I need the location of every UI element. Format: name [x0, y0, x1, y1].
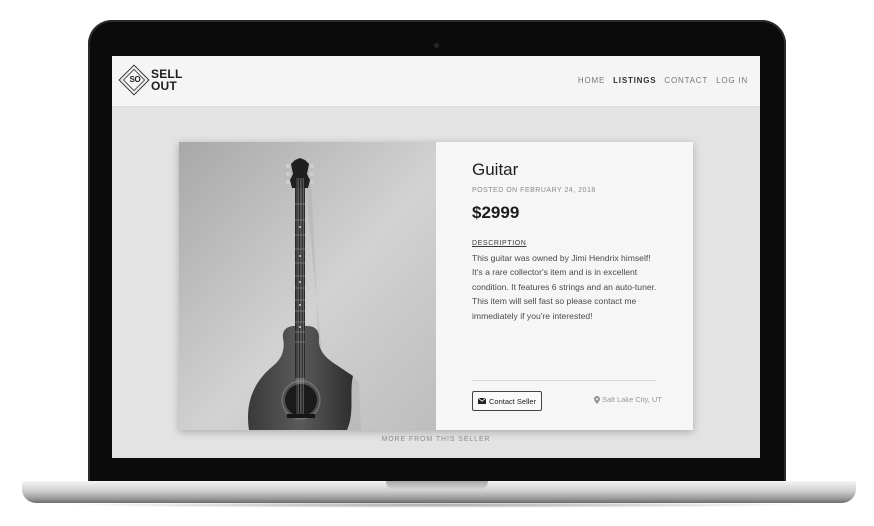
- listing-photo: [179, 142, 436, 430]
- browser-screen: SO SELL OUT HOME LISTINGS CONTACT LOG IN: [112, 56, 760, 458]
- nav-contact[interactable]: CONTACT: [664, 76, 708, 85]
- listing-card: Guitar POSTED ON FEBRUARY 24, 2018 $2999…: [179, 142, 693, 430]
- description-line: immediately if you're interested!: [472, 310, 593, 321]
- posted-date: POSTED ON FEBRUARY 24, 2018: [472, 187, 596, 194]
- contact-seller-label: Contact Seller: [489, 396, 537, 406]
- description-line: It's a rare collector's item and is in e…: [472, 267, 638, 278]
- envelope-icon: [478, 398, 486, 404]
- description-line: condition. It features 6 strings and an …: [472, 281, 657, 292]
- guitar-image: [179, 142, 436, 430]
- more-from-seller-link[interactable]: MORE FROM THIS SELLER: [112, 436, 760, 443]
- laptop-shadow: [60, 502, 814, 508]
- listing-details: Guitar POSTED ON FEBRUARY 24, 2018 $2999…: [472, 142, 664, 430]
- description-text: This guitar was owned by Jimi Hendrix hi…: [472, 251, 664, 323]
- logo-text: SELL OUT: [151, 68, 182, 92]
- description-line: This guitar was owned by Jimi Hendrix hi…: [472, 253, 651, 263]
- listing-title: Guitar: [472, 160, 519, 179]
- details-divider: [472, 380, 656, 381]
- map-pin-icon: [594, 395, 600, 404]
- description-line: This item will sell fast so please conta…: [472, 296, 637, 307]
- contact-seller-button[interactable]: Contact Seller: [472, 391, 543, 411]
- laptop-notch: [386, 481, 488, 490]
- brand-logo[interactable]: SO SELL OUT: [118, 62, 190, 100]
- logo-line-2: OUT: [151, 79, 177, 93]
- description-label: DESCRIPTION: [472, 240, 527, 247]
- main-nav: HOME LISTINGS CONTACT LOG IN: [578, 76, 748, 85]
- seller-location: Salt Lake City, UT: [594, 395, 662, 404]
- nav-home[interactable]: HOME: [578, 76, 605, 85]
- nav-login[interactable]: LOG IN: [716, 76, 748, 85]
- nav-listings[interactable]: LISTINGS: [613, 76, 656, 85]
- logo-mark: SO: [129, 75, 141, 84]
- site-header: SO SELL OUT HOME LISTINGS CONTACT LOG IN: [112, 56, 760, 107]
- listing-price: $2999: [472, 203, 520, 222]
- camera-icon: [434, 43, 439, 48]
- location-text: Salt Lake City, UT: [602, 395, 662, 404]
